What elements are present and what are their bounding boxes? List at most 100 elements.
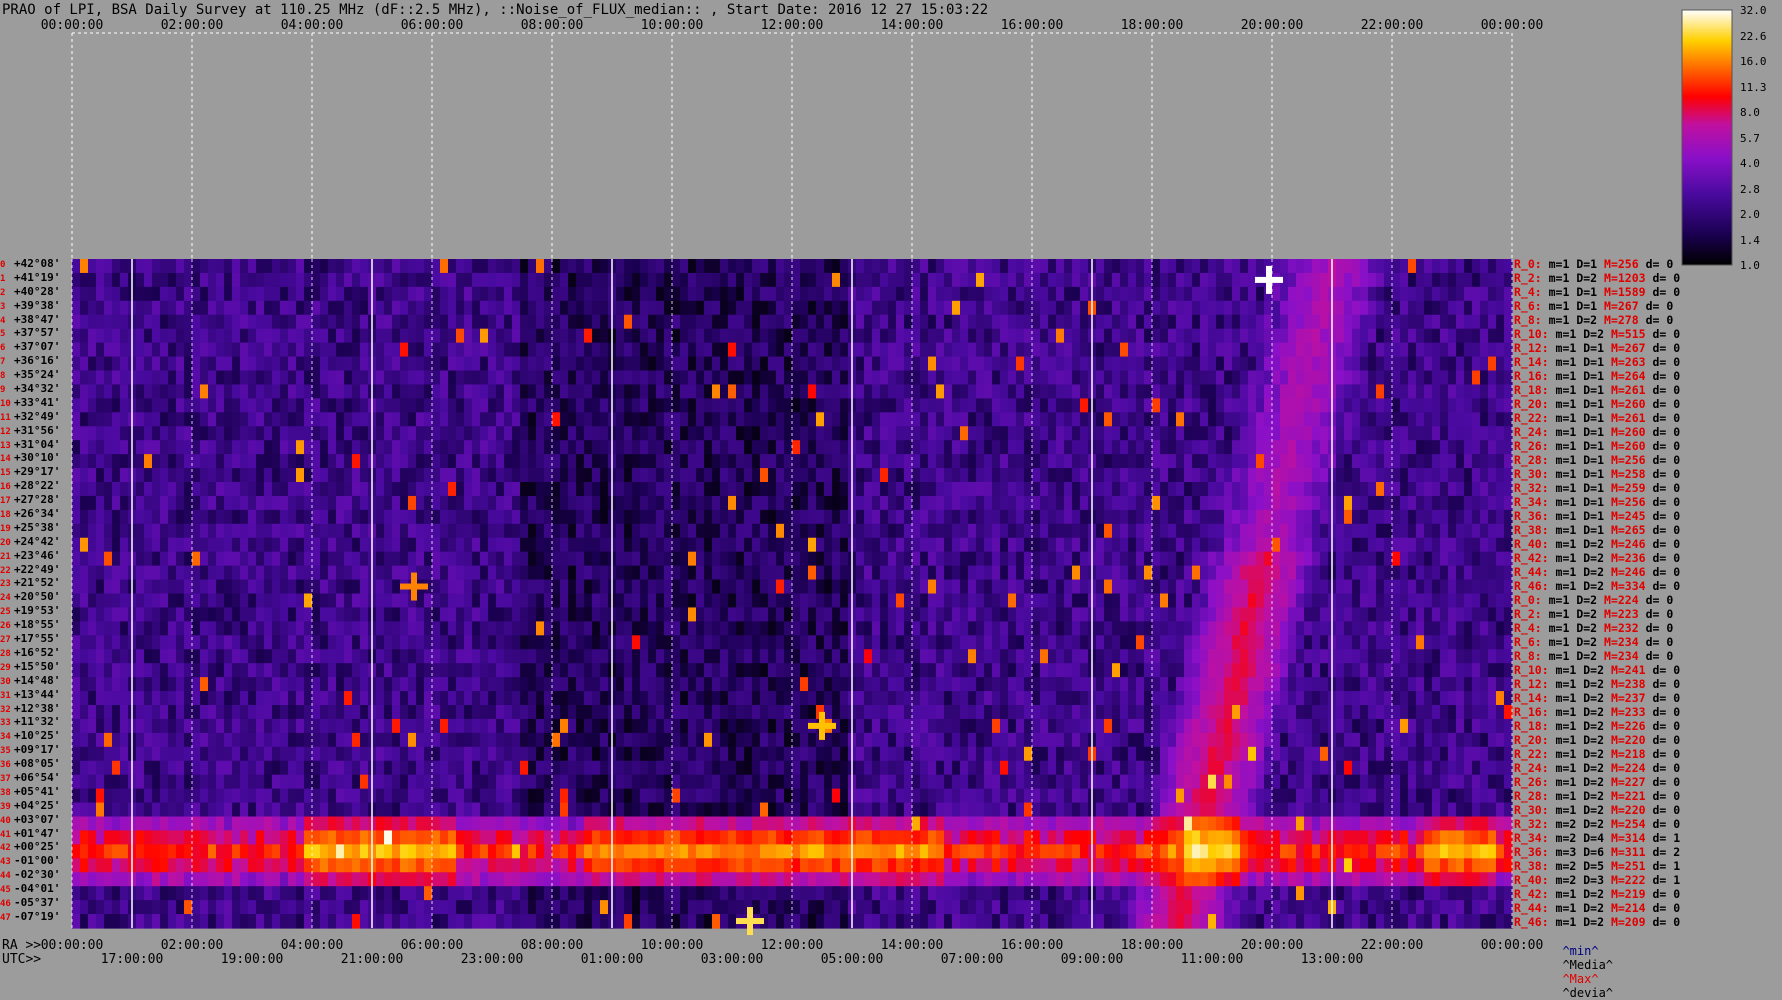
heatmap-cell	[888, 552, 897, 567]
heatmap-cell	[1424, 398, 1433, 413]
heatmap-cell	[760, 259, 769, 274]
heatmap-cell	[1304, 287, 1313, 302]
heatmap-cell	[672, 371, 681, 386]
heatmap-cell	[632, 538, 641, 553]
heatmap-cell	[672, 454, 681, 469]
heatmap-cell	[544, 329, 553, 344]
heatmap-cell	[1112, 301, 1121, 316]
heatmap-cell	[1192, 594, 1201, 609]
heatmap-cell	[160, 454, 169, 469]
heatmap-cell	[872, 496, 881, 511]
heatmap-cell	[1352, 538, 1361, 553]
heatmap-cell	[464, 440, 473, 455]
heatmap-cell	[808, 468, 817, 483]
heatmap-cell	[960, 635, 969, 650]
heatmap-cell	[376, 343, 385, 358]
heatmap-cell	[376, 607, 385, 622]
heatmap-cell	[1192, 287, 1201, 302]
heatmap-cell	[1368, 482, 1377, 497]
heatmap-cell	[992, 552, 1001, 567]
heatmap-cell	[320, 440, 329, 455]
heatmap-cell	[736, 440, 745, 455]
heatmap-cell	[1504, 371, 1513, 386]
heatmap-cell	[1464, 371, 1473, 386]
heatmap-cell	[1504, 580, 1513, 595]
heatmap-cell	[712, 510, 721, 525]
heatmap-cell	[632, 315, 641, 330]
heatmap-cell	[232, 343, 241, 358]
heatmap-cell	[592, 524, 601, 539]
heatmap-cell	[1144, 552, 1153, 567]
heatmap-cell	[1216, 273, 1225, 288]
heatmap-cell	[1040, 496, 1049, 511]
heatmap-cell	[352, 259, 361, 274]
heatmap-cell	[920, 580, 929, 595]
heatmap-cell	[416, 635, 425, 650]
heatmap-cell	[480, 440, 489, 455]
heatmap-cell	[160, 273, 169, 288]
heatmap-cell	[1224, 371, 1233, 386]
heatmap-cell	[800, 594, 809, 609]
heatmap-cell	[968, 607, 977, 622]
heatmap-cell	[1112, 357, 1121, 372]
heatmap-cell	[240, 510, 249, 525]
heatmap-cell	[72, 580, 81, 595]
heatmap-cell	[888, 371, 897, 386]
heatmap-cell	[792, 524, 801, 539]
heatmap-cell	[1464, 538, 1473, 553]
heatmap-cell	[448, 635, 457, 650]
heatmap-cell	[968, 440, 977, 455]
heatmap-cell	[1272, 384, 1281, 399]
heatmap-cell	[1448, 329, 1457, 344]
heatmap-cell	[184, 384, 193, 399]
heatmap-cell	[928, 440, 937, 455]
heatmap-cell	[176, 412, 185, 427]
heatmap-cell	[544, 287, 553, 302]
heatmap-cell	[784, 329, 793, 344]
heatmap-cell	[112, 607, 121, 622]
heatmap-cell	[616, 357, 625, 372]
heatmap-cell	[576, 259, 585, 274]
heatmap-cell	[1064, 594, 1073, 609]
heatmap-cell	[776, 273, 785, 288]
heatmap-cell	[424, 371, 433, 386]
heatmap-cell	[280, 538, 289, 553]
heatmap-cell	[1216, 496, 1225, 511]
heatmap-cell	[1448, 566, 1457, 581]
heatmap-cell	[176, 607, 185, 622]
heatmap-cell	[936, 510, 945, 525]
heatmap-cell	[1392, 566, 1401, 581]
heatmap-cell	[1176, 398, 1185, 413]
heatmap-cell	[496, 468, 505, 483]
heatmap-cell	[968, 552, 977, 567]
heatmap-cell	[888, 454, 897, 469]
heatmap-cell	[144, 496, 153, 511]
heatmap-cell	[1416, 566, 1425, 581]
heatmap-cell	[328, 371, 337, 386]
heatmap-cell	[640, 454, 649, 469]
heatmap-cell	[480, 482, 489, 497]
heatmap-cell	[240, 398, 249, 413]
heatmap-cell	[1312, 524, 1321, 539]
heatmap-cell	[648, 329, 657, 344]
heatmap-cell	[360, 510, 369, 525]
heatmap-cell	[184, 454, 193, 469]
heatmap-cell	[1272, 496, 1281, 511]
heatmap-cell	[336, 566, 345, 581]
heatmap-cell	[176, 566, 185, 581]
heatmap-cell	[984, 357, 993, 372]
heatmap-cell	[920, 371, 929, 386]
heatmap-cell	[1256, 524, 1265, 539]
heatmap-cell	[768, 566, 777, 581]
heatmap-cell	[264, 315, 273, 330]
heatmap-cell	[744, 343, 753, 358]
heatmap-cell	[936, 454, 945, 469]
heatmap-cell	[1248, 301, 1257, 316]
heatmap-cell	[504, 468, 513, 483]
heatmap-cell	[1248, 594, 1257, 609]
heatmap-cell	[1376, 607, 1385, 622]
heatmap-cell	[1416, 552, 1425, 567]
heatmap-cell	[784, 552, 793, 567]
heatmap-cell	[904, 594, 913, 609]
heatmap-cell	[1456, 566, 1465, 581]
